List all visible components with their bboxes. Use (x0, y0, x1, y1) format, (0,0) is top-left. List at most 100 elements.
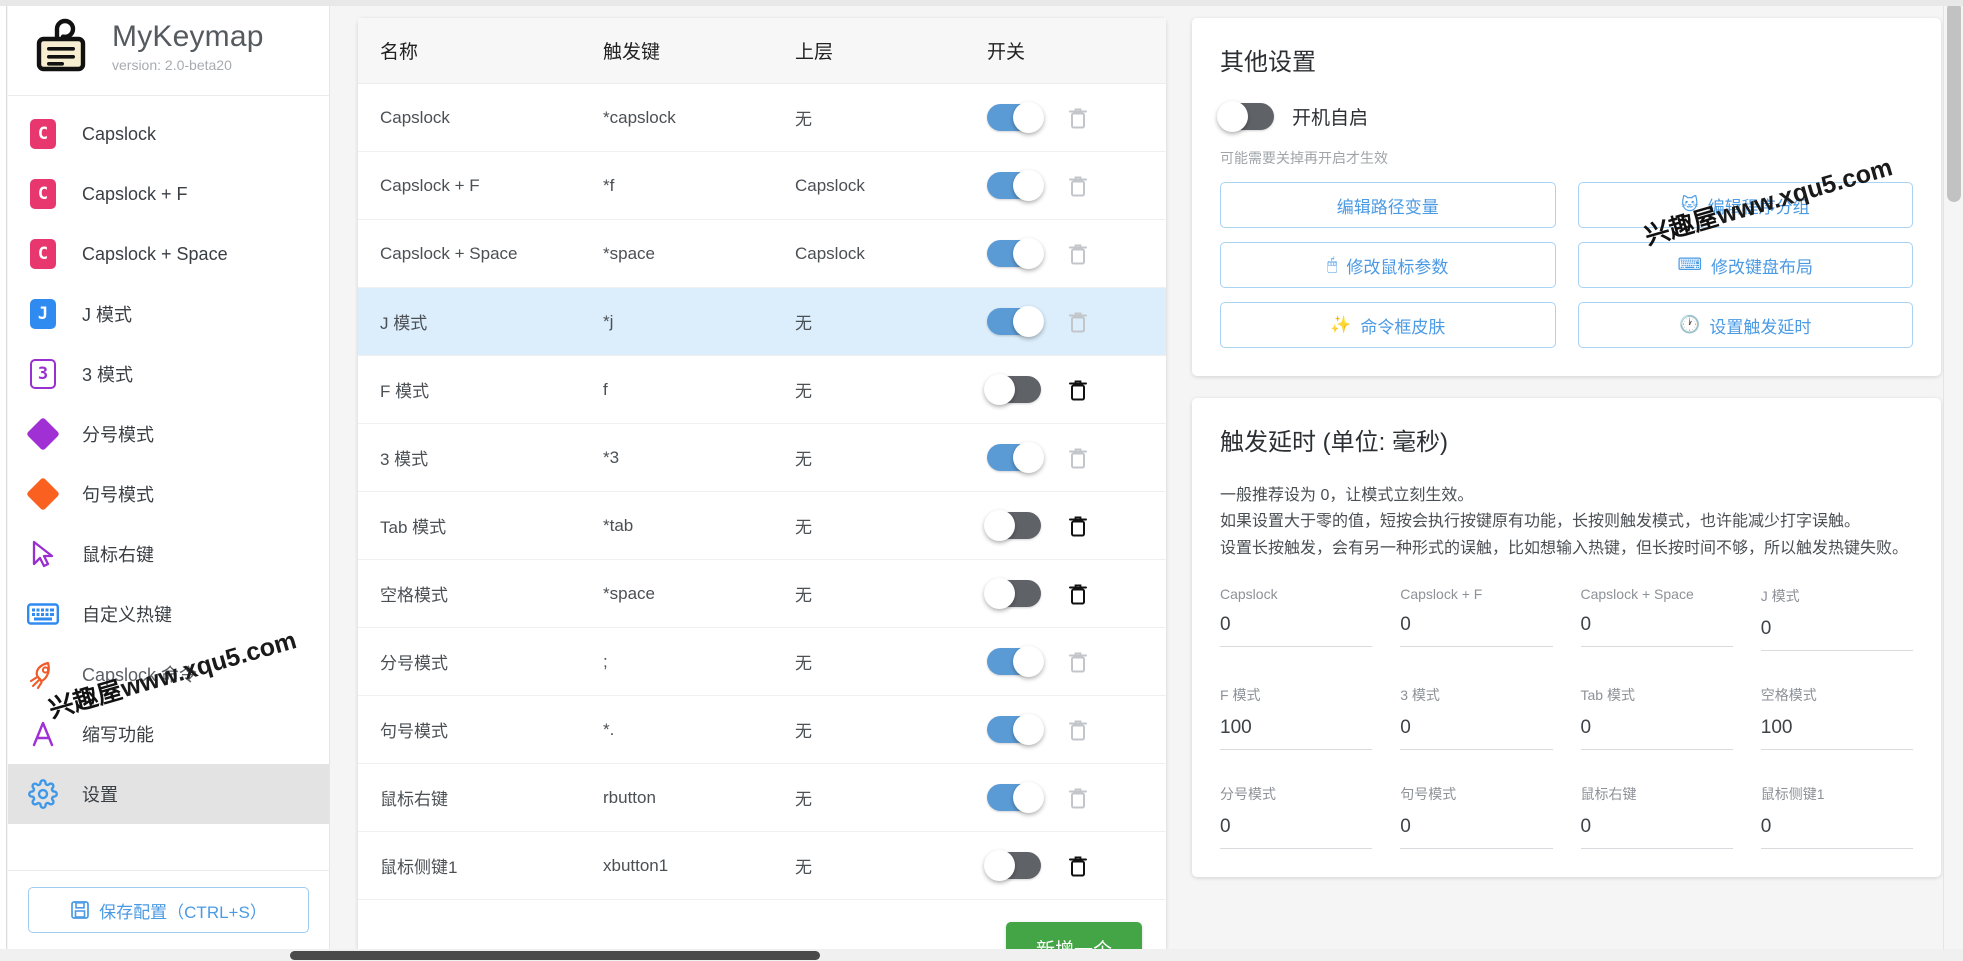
row-delete-button[interactable] (1067, 106, 1089, 130)
row-delete-button[interactable] (1067, 718, 1089, 742)
sidebar-item-j-mode[interactable]: J J 模式 (8, 284, 329, 344)
sidebar-item-period-mode[interactable]: 句号模式 (8, 464, 329, 524)
delay-field-input[interactable] (1760, 618, 1913, 652)
trash-icon[interactable] (1067, 378, 1089, 402)
cell-layer: 无 (795, 491, 987, 560)
row-toggle[interactable] (987, 102, 1044, 133)
trash-icon[interactable] (1067, 106, 1089, 130)
cell-layer: 无 (795, 355, 987, 424)
column-header-key: 触发键 (603, 18, 795, 84)
edit-path-variables-button[interactable]: 编辑路径变量 (1220, 182, 1556, 228)
edit-program-groups-button[interactable]: 🐱 编辑程序分组 (1577, 182, 1913, 228)
row-toggle[interactable] (984, 850, 1041, 881)
row-delete-button[interactable] (1067, 174, 1089, 198)
delay-field-input[interactable] (1580, 614, 1733, 648)
table-row[interactable]: 3 模式 *3 无 (358, 423, 1166, 492)
sidebar-item-capslock[interactable]: C Capslock (8, 104, 329, 164)
keyboard-layout-button[interactable]: ⌨ 修改键盘布局 (1577, 242, 1913, 288)
row-delete-button[interactable] (1067, 854, 1089, 878)
row-delete-button[interactable] (1067, 446, 1089, 470)
row-delete-button[interactable] (1067, 378, 1089, 402)
vertical-scrollbar-thumb[interactable] (1947, 2, 1961, 202)
table-row[interactable]: Capslock *capslock 无 (358, 83, 1166, 152)
delay-field-input[interactable] (1760, 816, 1913, 850)
sidebar-item-semicolon-mode[interactable]: 分号模式 (8, 404, 329, 464)
autostart-toggle[interactable] (1217, 101, 1274, 132)
cell-layer: 无 (795, 695, 987, 764)
trash-icon[interactable] (1067, 650, 1089, 674)
trash-icon[interactable] (1067, 786, 1089, 810)
cell-switch (987, 763, 1166, 832)
row-toggle[interactable] (984, 578, 1041, 609)
trash-icon[interactable] (1067, 310, 1089, 334)
rocket-icon (26, 657, 60, 691)
row-toggle[interactable] (987, 306, 1044, 337)
row-toggle[interactable] (987, 170, 1044, 201)
row-toggle[interactable] (987, 782, 1044, 813)
sidebar-item-right-click[interactable]: 鼠标右键 (8, 524, 329, 584)
delay-field-input[interactable] (1220, 717, 1373, 751)
delay-field-input[interactable] (1580, 717, 1733, 751)
sidebar-item-label: Capslock + Space (82, 243, 228, 264)
sidebar-item-capslock-space[interactable]: C Capslock + Space (8, 224, 329, 284)
sidebar-item-capslock-commands[interactable]: Capslock 命令 (8, 644, 329, 704)
settings-button-grid: 编辑路径变量 🐱 编辑程序分组 🖱 修改鼠标参数 ⌨ 修改键盘布局 ✨ 命令框皮… (1220, 182, 1913, 348)
sidebar-item-abbreviation[interactable]: 缩写功能 (8, 704, 329, 764)
trash-icon[interactable] (1067, 582, 1089, 606)
table-row[interactable]: 分号模式; 无 (358, 627, 1166, 696)
delay-field: Capslock (1220, 586, 1373, 651)
delay-field-input[interactable] (1220, 614, 1373, 648)
table-row[interactable]: 句号模式 *. 无 (358, 695, 1166, 764)
trash-icon[interactable] (1067, 174, 1089, 198)
table-row[interactable]: 鼠标侧键1 xbutton1 无 (358, 831, 1166, 900)
delay-field-input[interactable] (1400, 614, 1553, 648)
trash-icon[interactable] (1067, 514, 1089, 538)
delay-field-input[interactable] (1400, 717, 1553, 751)
row-toggle[interactable] (984, 374, 1041, 405)
row-delete-button[interactable] (1067, 650, 1089, 674)
sidebar-item-3-mode[interactable]: 3 3 模式 (8, 344, 329, 404)
vertical-scrollbar[interactable] (1943, 0, 1963, 961)
horizontal-scrollbar[interactable] (0, 949, 1963, 961)
table-row[interactable]: 鼠标右键 rbutton 无 (358, 763, 1166, 832)
sidebar-footer: 保存配置（CTRL+S） (8, 870, 329, 953)
set-trigger-delay-button[interactable]: 🕐 设置触发延时 (1577, 302, 1913, 348)
delay-field: 分号模式 (1220, 784, 1373, 850)
row-delete-button[interactable] (1067, 786, 1089, 810)
row-toggle[interactable] (987, 646, 1044, 677)
trash-icon[interactable] (1067, 446, 1089, 470)
delay-field-input[interactable] (1580, 816, 1733, 850)
row-delete-button[interactable] (1067, 582, 1089, 606)
sidebar-item-custom-hotkey[interactable]: 自定义热键 (8, 584, 329, 644)
cell-layer: 无 (795, 559, 987, 628)
row-delete-button[interactable] (1067, 310, 1089, 334)
table-row[interactable]: F 模式 f 无 (358, 355, 1166, 424)
row-delete-button[interactable] (1067, 514, 1089, 538)
trash-icon[interactable] (1067, 854, 1089, 878)
row-toggle[interactable] (987, 442, 1044, 473)
sidebar-item-label: 分号模式 (82, 425, 154, 445)
sidebar-item-capslock-f[interactable]: C Capslock + F (8, 164, 329, 224)
sidebar-item-settings[interactable]: 设置 (8, 764, 329, 824)
delay-field-input[interactable] (1220, 816, 1373, 850)
delay-field-input[interactable] (1760, 717, 1913, 751)
table-row[interactable]: J 模式 *j 无 (358, 287, 1166, 356)
command-box-skin-button[interactable]: ✨ 命令框皮肤 (1220, 302, 1556, 348)
row-toggle[interactable] (984, 510, 1041, 541)
horizontal-scrollbar-thumb[interactable] (290, 951, 820, 960)
delay-field: Capslock + Space (1580, 586, 1733, 651)
autostart-hint: 可能需要关掉再开启才生效 (1220, 150, 1388, 166)
trash-icon[interactable] (1067, 718, 1089, 742)
table-row[interactable]: Capslock + F *f Capslock (358, 151, 1166, 220)
delay-field-input[interactable] (1400, 816, 1553, 850)
table-row[interactable]: Capslock + Space *space Capslock (358, 219, 1166, 288)
row-toggle[interactable] (987, 714, 1044, 745)
row-toggle[interactable] (987, 238, 1044, 269)
row-delete-button[interactable] (1067, 242, 1089, 266)
trash-icon[interactable] (1067, 242, 1089, 266)
save-config-button[interactable]: 保存配置（CTRL+S） (28, 887, 309, 933)
autostart-label: 开机自启 (1292, 108, 1369, 129)
table-row[interactable]: Tab 模式 *tab 无 (358, 491, 1166, 560)
mouse-params-button[interactable]: 🖱 修改鼠标参数 (1220, 242, 1556, 288)
table-row[interactable]: 空格模式 *space 无 (358, 559, 1166, 628)
